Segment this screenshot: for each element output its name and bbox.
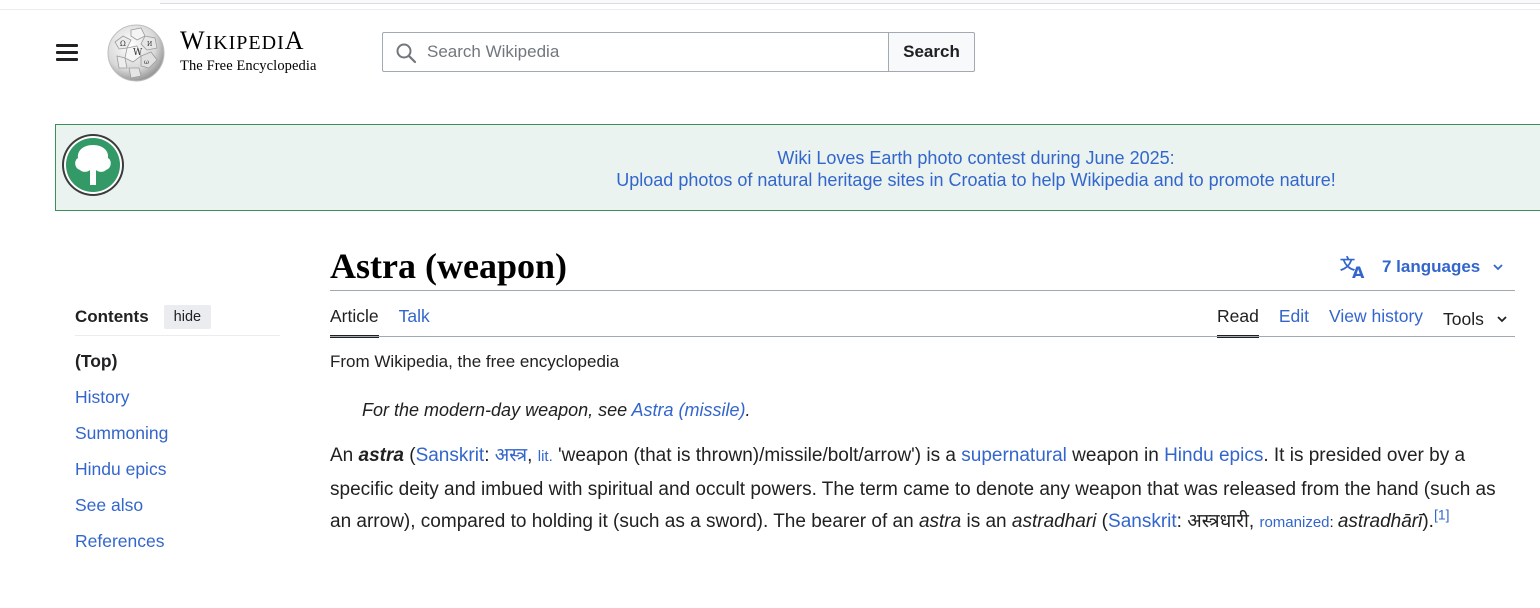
bold-term: astra [358,445,404,466]
svg-text:И: И [147,41,152,48]
hatnote-text: For the modern-day weapon, see [362,400,632,420]
language-count: 7 languages [1382,257,1481,276]
tab-view-history[interactable]: View history [1329,300,1423,338]
tools-label: Tools [1443,309,1484,329]
banner-link-contest[interactable]: Wiki Loves Earth photo contest during Ju… [56,147,1540,169]
toc-header: Contents hide [75,298,280,336]
link-literally[interactable]: lit. [538,448,553,465]
text: An [330,445,359,466]
text: : [1329,514,1338,531]
namespace-tabs: Article Talk [330,300,450,338]
text: weapon in [1066,445,1165,466]
text: , [527,445,538,466]
text: : [484,445,495,466]
wikipedia-globe-logo[interactable]: Ω W И ω [105,22,167,82]
svg-text:W: W [133,48,143,58]
link-devanagari-astra[interactable]: अस्त्र [495,445,527,466]
tab-talk[interactable]: Talk [399,300,430,338]
chevron-down-icon [1493,264,1503,271]
toc-title: Contents [75,306,149,326]
title-divider [330,290,1515,291]
wordmark-tagline: The Free Encyclopedia [180,58,317,74]
hamburger-menu-icon[interactable] [52,38,82,66]
page-title: Astra (weapon) [330,246,567,286]
search-icon [396,43,417,64]
toc-list: (Top) History Summoning Hindu epics See … [75,348,280,564]
toc-item-top[interactable]: (Top) [75,348,280,384]
language-icon: 文 A [1340,255,1365,280]
hatnote: For the modern-day weapon, see Astra (mi… [362,400,751,421]
citation-link[interactable]: [1] [1434,507,1450,523]
language-button[interactable]: 文 A 7 languages [1340,253,1504,281]
browser-top-strip [0,0,1540,10]
toc-item-summoning[interactable]: Summoning [75,420,280,456]
hatnote-link-astra-missile[interactable]: Astra (missile) [631,400,745,420]
site-subtitle: From Wikipedia, the free encyclopedia [330,352,620,371]
text: ). [1422,511,1434,532]
text: ( [403,445,416,466]
svg-text:ω: ω [144,59,149,66]
contest-banner: Wiki Loves Earth photo contest during Ju… [55,124,1540,211]
svg-text:A: A [1352,263,1365,280]
link-hindu-epics[interactable]: Hindu epics [1164,445,1263,466]
toc-item-see-also[interactable]: See also [75,492,280,528]
chevron-down-icon [1497,316,1507,323]
toc-hide-button[interactable]: hide [163,304,212,329]
tab-article[interactable]: Article [330,300,379,338]
text: 'weapon (that is thrown)/missile/bolt/ar… [552,445,962,466]
search-button[interactable]: Search [888,32,975,72]
italic-term: astradhārī [1337,511,1423,532]
hatnote-period: . [745,400,751,420]
italic-term: astradhari [1011,511,1097,532]
tabs-divider [330,336,1515,337]
tab-read[interactable]: Read [1217,300,1259,338]
tab-edge [160,0,1540,4]
link-sanskrit[interactable]: Sanskrit [416,445,485,466]
text: is an [961,511,1012,532]
banner-link-upload[interactable]: Upload photos of natural heritage sites … [56,169,1540,191]
tools-menu[interactable]: Tools [1443,300,1508,338]
search-box[interactable] [382,32,889,72]
toc-item-references[interactable]: References [75,528,280,564]
link-supernatural[interactable]: supernatural [961,445,1067,466]
wordmark-title: WIKIPEDIA [180,26,305,55]
tab-edit[interactable]: Edit [1279,300,1309,338]
link-sanskrit[interactable]: Sanskrit [1108,511,1177,532]
toc-item-hindu-epics[interactable]: Hindu epics [75,456,280,492]
text: : अस्त्रधारी, [1176,511,1260,532]
lead-paragraph: An astra (Sanskrit: अस्त्र, lit. 'weapon… [330,440,1520,540]
toc-item-history[interactable]: History [75,384,280,420]
link-romanized[interactable]: romanized [1259,514,1329,531]
svg-text:Ω: Ω [120,40,126,48]
wikipedia-wordmark[interactable]: WIKIPEDIA The Free Encyclopedia [180,27,317,75]
search-input[interactable] [427,33,882,71]
banner-text: Wiki Loves Earth photo contest during Ju… [56,147,1540,191]
table-of-contents: Contents hide (Top) History Summoning Hi… [75,298,280,564]
text: ( [1096,511,1109,532]
view-tabs: Read Edit View history Tools [1217,300,1508,338]
italic-term: astra [918,511,962,532]
